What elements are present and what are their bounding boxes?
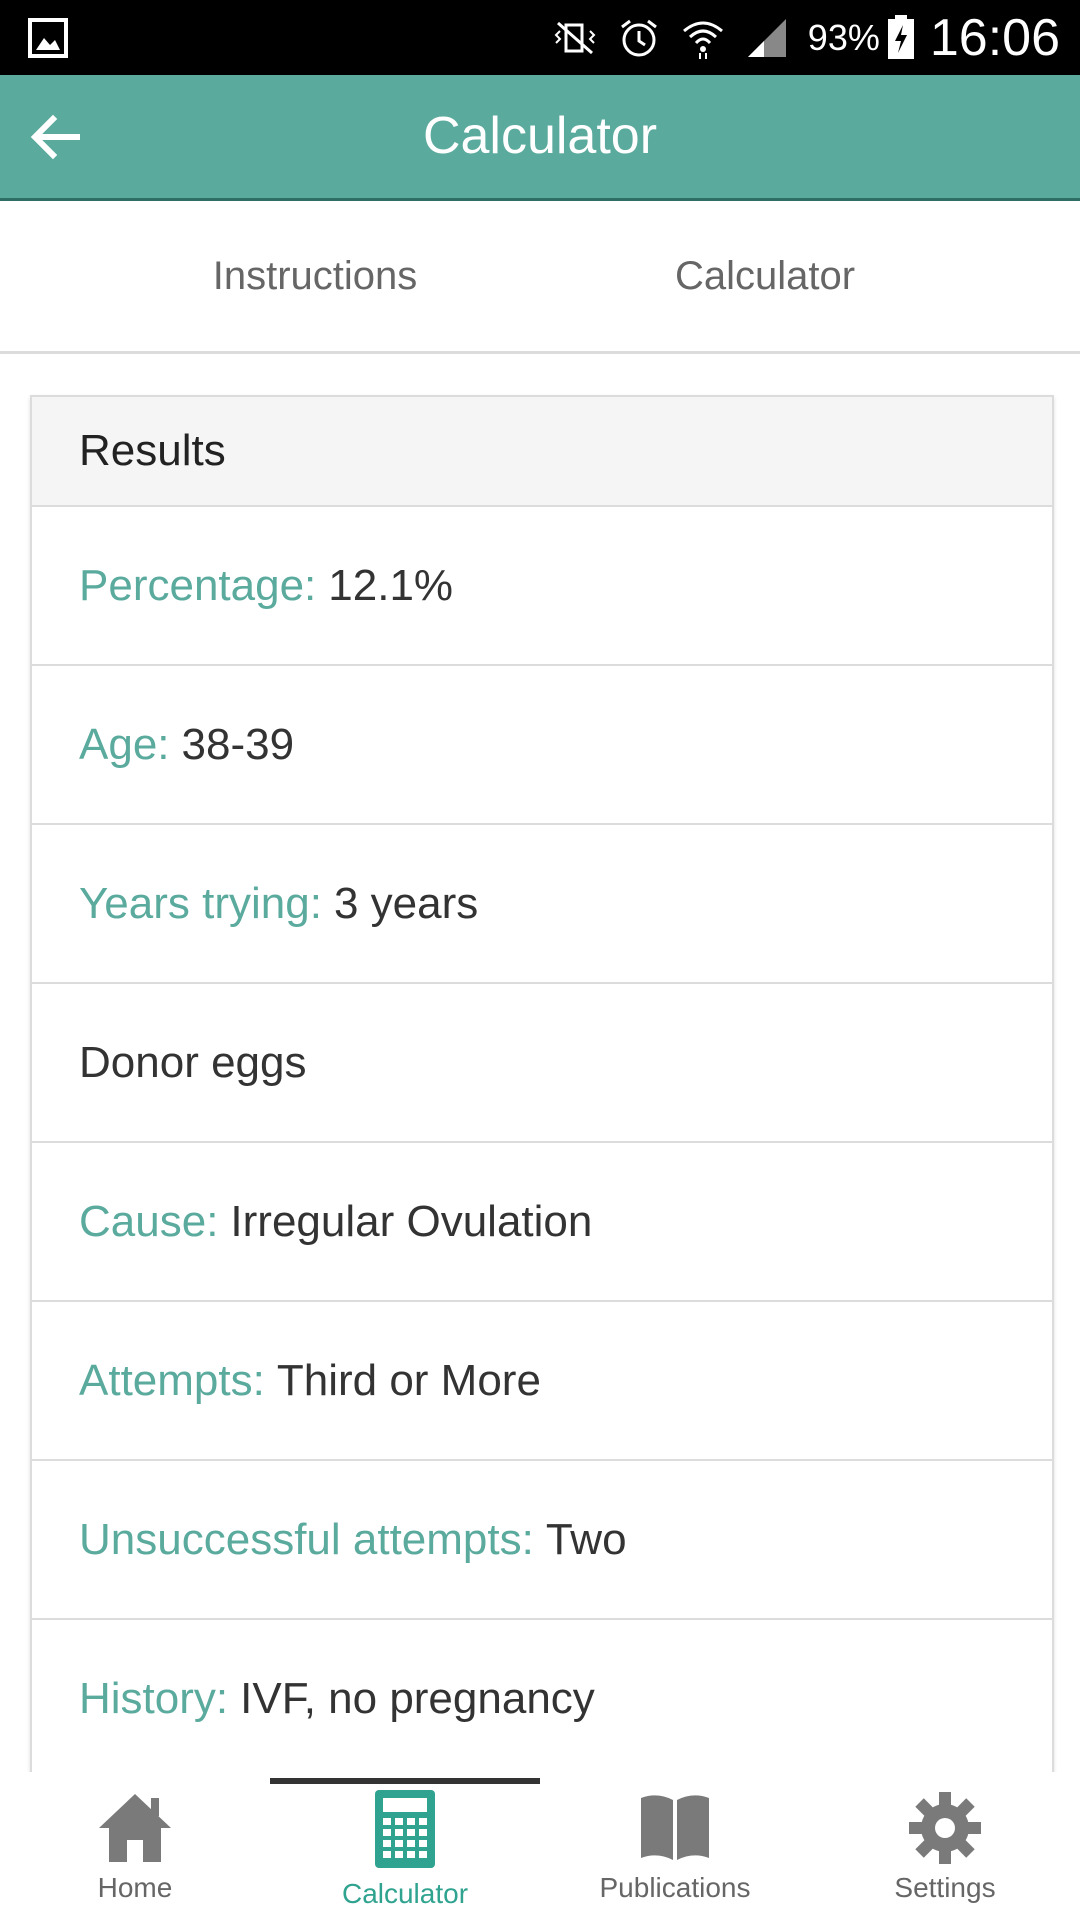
app-bar: Calculator xyxy=(0,75,1080,201)
back-button[interactable] xyxy=(20,102,90,172)
clock: 16:06 xyxy=(929,8,1060,67)
result-label: Age: xyxy=(79,719,170,769)
result-value: 12.1% xyxy=(328,560,454,610)
result-label: History: xyxy=(79,1673,229,1723)
result-value: IVF, no pregnancy xyxy=(240,1673,595,1723)
result-row-donor-eggs: Donor eggs xyxy=(32,984,1052,1143)
result-value: Irregular Ovulation xyxy=(230,1196,593,1246)
nav-publications[interactable]: Publications xyxy=(540,1772,810,1920)
nav-home[interactable]: Home xyxy=(0,1772,270,1920)
result-value: 38-39 xyxy=(181,719,295,769)
result-row-unsuccessful-attempts: Unsuccessful attempts: Two xyxy=(32,1461,1052,1620)
gallery-notification-icon xyxy=(28,18,68,58)
page-title: Calculator xyxy=(422,107,658,165)
gear-icon xyxy=(909,1792,981,1864)
vibrate-mute-icon xyxy=(554,21,596,54)
result-row-cause: Cause: Irregular Ovulation xyxy=(32,1143,1052,1302)
result-label: Attempts: xyxy=(79,1355,265,1405)
result-row-attempts: Attempts: Third or More xyxy=(32,1302,1052,1461)
nav-home-label: Home xyxy=(97,1872,173,1903)
result-value: 3 years xyxy=(333,878,479,928)
result-row-age: Age: 38-39 xyxy=(32,666,1052,825)
status-bar: 93% 16:06 xyxy=(0,0,1080,75)
nav-calculator-label: Calculator xyxy=(341,1878,469,1909)
nav-settings[interactable]: Settings xyxy=(810,1772,1080,1920)
arrow-left-icon xyxy=(30,114,80,160)
result-row-history: History: IVF, no pregnancy xyxy=(32,1620,1052,1777)
result-label: Years trying: xyxy=(79,878,322,928)
battery-charging-icon xyxy=(887,14,914,59)
nav-calculator[interactable]: Calculator xyxy=(270,1772,540,1920)
alarm-icon xyxy=(620,19,657,56)
wifi-icon xyxy=(682,21,723,59)
signal-icon xyxy=(747,18,786,57)
result-row-years-trying: Years trying: 3 years xyxy=(32,825,1052,984)
bottom-nav: Home Calculator Publications Settings xyxy=(0,1772,1080,1920)
result-label: Percentage: xyxy=(79,560,317,610)
book-icon xyxy=(641,1795,709,1860)
results-card: Results Percentage: 12.1% Age: 38-39 Yea… xyxy=(30,395,1054,1779)
result-row-percentage: Percentage: 12.1% xyxy=(32,507,1052,666)
result-value: Donor eggs xyxy=(79,1037,307,1087)
nav-publications-label: Publications xyxy=(599,1872,751,1903)
tab-calculator[interactable]: Calculator xyxy=(600,201,930,351)
battery-percent: 93% xyxy=(807,16,880,58)
results-header: Results xyxy=(32,397,1052,507)
tab-instructions[interactable]: Instructions xyxy=(150,201,480,351)
calculator-icon xyxy=(375,1790,435,1868)
result-label: Unsuccessful attempts: xyxy=(79,1514,534,1564)
result-value: Third or More xyxy=(276,1355,541,1405)
home-icon xyxy=(99,1794,171,1862)
tab-bar: Instructions Calculator xyxy=(0,201,1080,354)
result-label: Cause: xyxy=(79,1196,219,1246)
result-value: Two xyxy=(545,1514,627,1564)
nav-settings-label: Settings xyxy=(894,1872,996,1903)
